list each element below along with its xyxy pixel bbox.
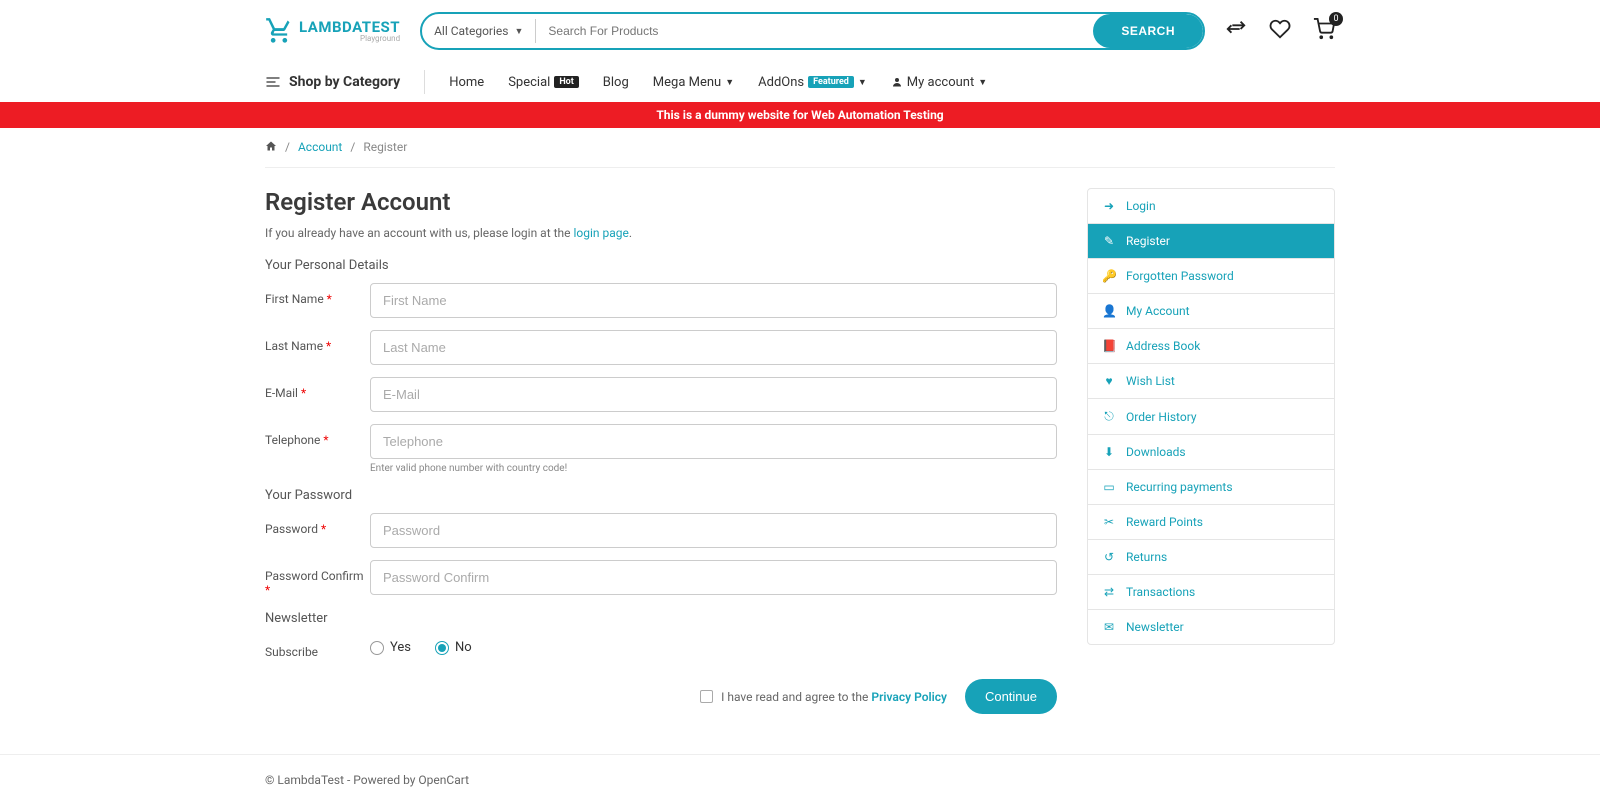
nav-blog[interactable]: Blog [603, 75, 629, 90]
password-confirm-input[interactable] [370, 560, 1057, 595]
sidebar-downloads[interactable]: ⬇Downloads [1088, 435, 1334, 470]
category-label: All Categories [434, 24, 508, 38]
label-telephone: Telephone * [265, 424, 370, 447]
key-icon: 🔑 [1102, 269, 1116, 283]
breadcrumb-home[interactable] [265, 140, 277, 155]
chevron-down-icon: ▼ [858, 77, 867, 88]
search-container: All Categories ▼ SEARCH [420, 12, 1205, 50]
breadcrumb: / Account / Register [265, 128, 1335, 168]
sidebar-forgotten-password[interactable]: 🔑Forgotten Password [1088, 259, 1334, 294]
sidebar-login[interactable]: ➜Login [1088, 189, 1334, 224]
breadcrumb-register: Register [363, 140, 407, 155]
password-input[interactable] [370, 513, 1057, 548]
reward-icon: ✂ [1102, 515, 1116, 529]
nav-special[interactable]: SpecialHot [508, 75, 579, 90]
label-password-confirm: Password Confirm * [265, 560, 370, 597]
menu-icon [265, 74, 281, 90]
label-password: Password * [265, 513, 370, 536]
cart-icon[interactable]: 0 [1313, 18, 1335, 45]
nav-addons[interactable]: AddOnsFeatured▼ [758, 75, 867, 90]
sidebar-reward-points[interactable]: ✂Reward Points [1088, 505, 1334, 540]
agree-checkbox-row[interactable]: I have read and agree to the Privacy Pol… [700, 690, 947, 704]
shop-by-category[interactable]: Shop by Category [265, 74, 400, 90]
exchange-icon: ⇄ [1102, 585, 1116, 599]
nav-my-account[interactable]: My account▼ [891, 75, 987, 90]
wishlist-icon[interactable] [1269, 18, 1291, 45]
section-personal: Your Personal Details [265, 258, 1057, 273]
chevron-down-icon: ▼ [514, 26, 523, 37]
continue-button[interactable]: Continue [965, 679, 1057, 714]
footer-copyright: © LambdaTest - Powered by OpenCart [265, 773, 1335, 787]
user-icon: 👤 [1102, 304, 1116, 318]
page-title: Register Account [265, 188, 1057, 216]
sidebar-transactions[interactable]: ⇄Transactions [1088, 575, 1334, 610]
chevron-down-icon: ▼ [978, 77, 987, 88]
logo-main: LAMBDATEST [299, 20, 400, 35]
privacy-policy-link[interactable]: Privacy Policy [871, 690, 947, 704]
last-name-input[interactable] [370, 330, 1057, 365]
label-subscribe: Subscribe [265, 636, 370, 659]
search-button[interactable]: SEARCH [1093, 14, 1203, 48]
checkbox-icon [700, 690, 713, 703]
intro-text: If you already have an account with us, … [265, 226, 1057, 240]
section-password: Your Password [265, 488, 1057, 503]
nav-mega-menu[interactable]: Mega Menu▼ [653, 75, 734, 90]
phone-help: Enter valid phone number with country co… [370, 463, 1057, 474]
sidebar-wish-list[interactable]: ♥Wish List [1088, 364, 1334, 399]
search-input[interactable] [536, 24, 1093, 38]
heart-icon: ♥ [1102, 374, 1116, 388]
book-icon: 📕 [1102, 339, 1116, 353]
agree-text: I have read and agree to the Privacy Pol… [721, 690, 947, 704]
sidebar-my-account[interactable]: 👤My Account [1088, 294, 1334, 329]
radio-yes[interactable]: Yes [370, 640, 411, 655]
demo-banner: This is a dummy website for Web Automati… [0, 102, 1600, 128]
label-first-name: First Name * [265, 283, 370, 306]
sidebar-address-book[interactable]: 📕Address Book [1088, 329, 1334, 364]
sidebar-register[interactable]: ✎Register [1088, 224, 1334, 259]
logo-sub: Playground [299, 35, 400, 43]
breadcrumb-account[interactable]: Account [298, 140, 342, 155]
sidebar-menu: ➜Login ✎Register 🔑Forgotten Password 👤My… [1087, 188, 1335, 645]
radio-icon [435, 641, 449, 655]
cart-count: 0 [1329, 12, 1343, 26]
chevron-down-icon: ▼ [725, 77, 734, 88]
telephone-input[interactable] [370, 424, 1057, 459]
cart-logo-icon [265, 17, 293, 45]
login-icon: ➜ [1102, 199, 1116, 213]
user-icon [891, 76, 903, 88]
sidebar-newsletter[interactable]: ✉Newsletter [1088, 610, 1334, 644]
history-icon: ⎋ [1102, 409, 1116, 424]
logo[interactable]: LAMBDATEST Playground [265, 17, 400, 45]
download-icon: ⬇ [1102, 445, 1116, 459]
nav-divider [424, 70, 425, 94]
radio-icon [370, 641, 384, 655]
category-select[interactable]: All Categories ▼ [422, 19, 536, 43]
nav-home[interactable]: Home [449, 75, 484, 90]
sidebar-order-history[interactable]: ⎋Order History [1088, 399, 1334, 435]
card-icon: ▭ [1102, 480, 1116, 494]
first-name-input[interactable] [370, 283, 1057, 318]
register-icon: ✎ [1102, 234, 1116, 248]
sidebar-returns[interactable]: ↺Returns [1088, 540, 1334, 575]
login-page-link[interactable]: login page [573, 226, 628, 240]
label-email: E-Mail * [265, 377, 370, 400]
section-newsletter: Newsletter [265, 611, 1057, 626]
home-icon [265, 140, 277, 152]
envelope-icon: ✉ [1102, 620, 1116, 634]
compare-icon[interactable] [1225, 18, 1247, 45]
email-input[interactable] [370, 377, 1057, 412]
shop-cat-label: Shop by Category [289, 74, 400, 90]
return-icon: ↺ [1102, 550, 1116, 564]
label-last-name: Last Name * [265, 330, 370, 353]
sidebar-recurring[interactable]: ▭Recurring payments [1088, 470, 1334, 505]
radio-no[interactable]: No [435, 640, 472, 655]
